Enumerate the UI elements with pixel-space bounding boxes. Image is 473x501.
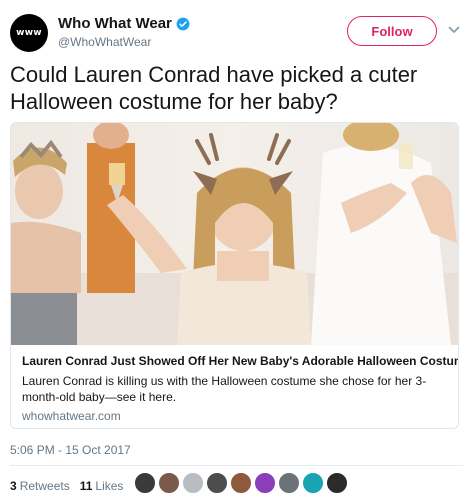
liker-avatar[interactable]	[326, 472, 348, 494]
liker-avatar[interactable]	[302, 472, 324, 494]
verified-badge-icon	[176, 17, 190, 30]
likes-label[interactable]: Likes	[95, 479, 123, 493]
retweets-label[interactable]: Retweets	[20, 479, 70, 493]
liker-avatar[interactable]	[206, 472, 228, 494]
display-name-text[interactable]: Who What Wear	[58, 15, 172, 32]
chevron-down-icon[interactable]	[447, 23, 461, 37]
tweet-header: www Who What Wear @WhoWhatWear Follow	[10, 10, 463, 54]
card-image[interactable]	[11, 123, 459, 345]
card-body[interactable]: Lauren Conrad Just Showed Off Her New Ba…	[22, 353, 458, 423]
author-avatar[interactable]: www	[10, 14, 48, 52]
liker-avatar[interactable]	[278, 472, 300, 494]
retweets-stat[interactable]: 3 Retweets	[10, 479, 70, 493]
author-display-name[interactable]: Who What Wear	[58, 15, 190, 32]
card-title[interactable]: Lauren Conrad Just Showed Off Her New Ba…	[22, 353, 458, 369]
liker-avatar[interactable]	[182, 472, 204, 494]
link-card[interactable]: Lauren Conrad Just Showed Off Her New Ba…	[10, 122, 459, 429]
tweet-timestamp[interactable]: 5:06 PM - 15 Oct 2017	[10, 443, 131, 457]
retweets-count[interactable]: 3	[10, 479, 17, 493]
divider	[10, 465, 463, 466]
tweet-text: Could Lauren Conrad have picked a cuter …	[10, 62, 418, 114]
card-domain[interactable]: whowhatwear.com	[22, 409, 452, 423]
likes-count[interactable]: 11	[80, 479, 93, 493]
tweet-stats: 3 Retweets 11 Likes	[10, 479, 133, 493]
liker-avatar[interactable]	[254, 472, 276, 494]
author-handle[interactable]: @WhoWhatWear	[58, 35, 190, 49]
liker-avatar[interactable]	[134, 472, 156, 494]
liker-avatar[interactable]	[230, 472, 252, 494]
follow-button[interactable]: Follow	[347, 16, 437, 46]
card-description[interactable]: Lauren Conrad is killing us with the Hal…	[22, 373, 452, 405]
liker-avatars	[134, 472, 350, 494]
likes-stat[interactable]: 11 Likes	[80, 479, 124, 493]
author-name-block[interactable]: Who What Wear @WhoWhatWear	[58, 15, 190, 49]
liker-avatar[interactable]	[158, 472, 180, 494]
